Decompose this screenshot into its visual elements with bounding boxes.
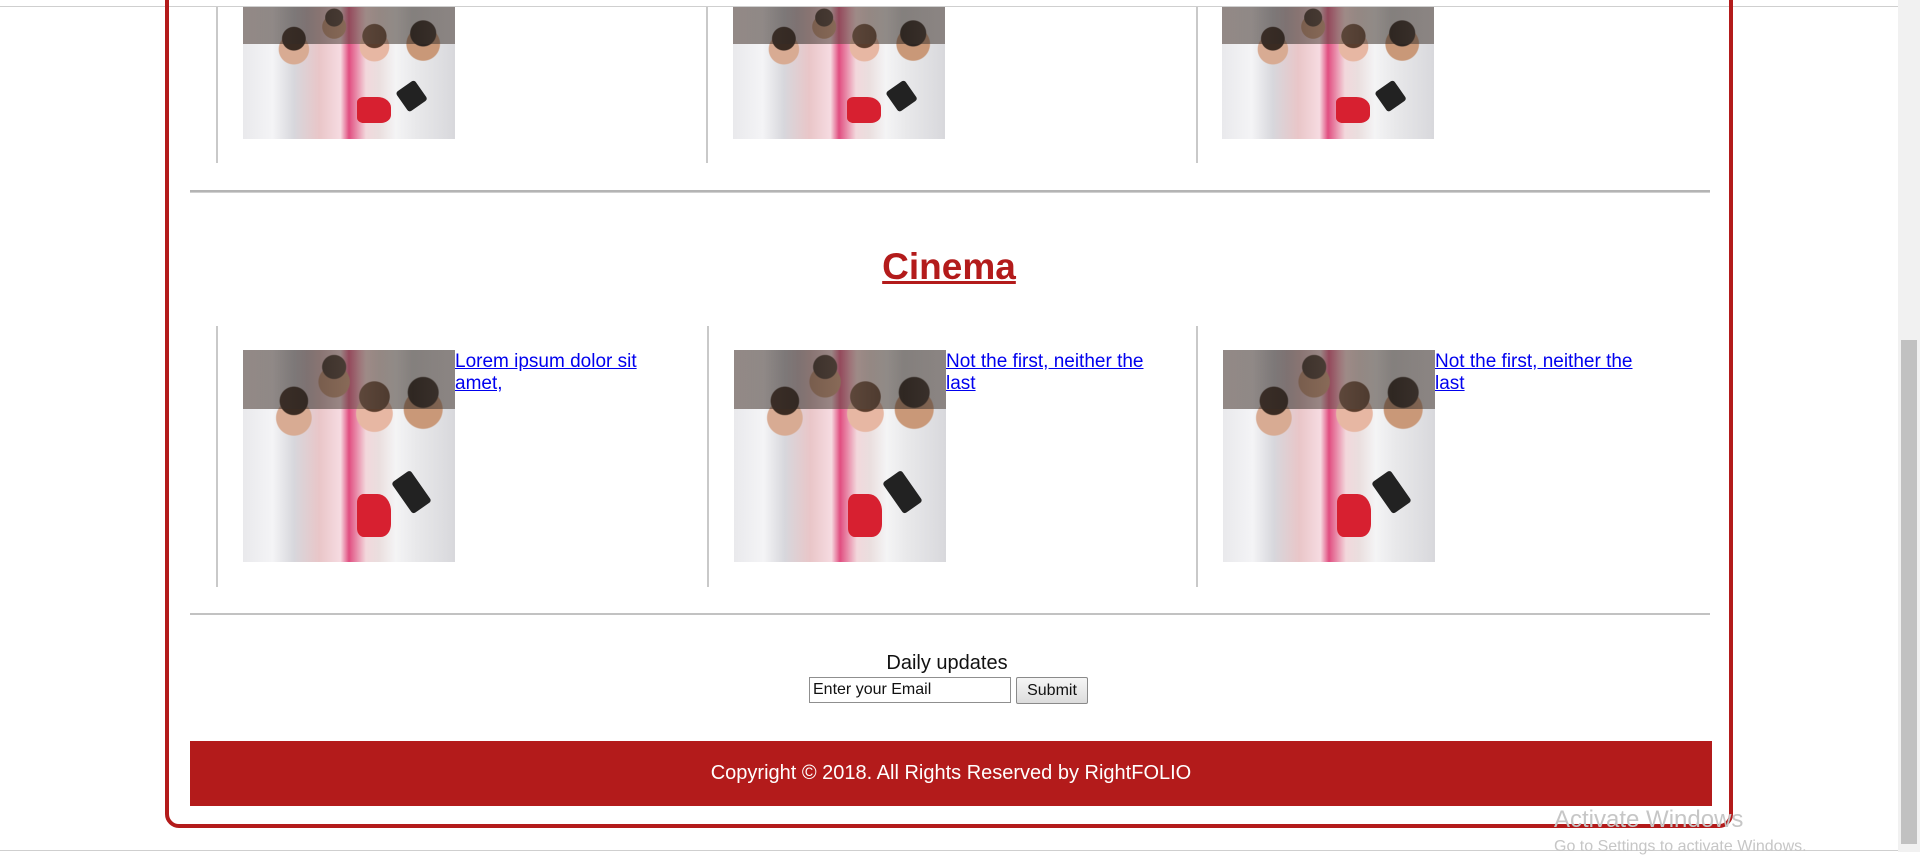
news-thumbnail[interactable]: [733, 7, 945, 139]
email-field[interactable]: [809, 677, 1011, 703]
scrollbar-thumb[interactable]: [1901, 340, 1917, 844]
section-divider: [190, 190, 1710, 193]
submit-button[interactable]: Submit: [1016, 677, 1088, 704]
cell-border: [216, 7, 218, 163]
cell-border: [216, 326, 218, 587]
article-link[interactable]: Not the first, neither the last: [946, 351, 1151, 395]
article-link[interactable]: Lorem ipsum dolor sit amet,: [455, 351, 660, 395]
section-title-cinema[interactable]: Cinema: [0, 246, 1898, 288]
activate-windows-subtitle: Go to Settings to activate Windows.: [1554, 838, 1807, 855]
newsletter-label: Daily updates: [886, 652, 1008, 674]
article-thumbnail[interactable]: [243, 350, 455, 562]
article-thumbnail[interactable]: [1223, 350, 1435, 562]
vertical-scrollbar[interactable]: [1898, 0, 1920, 852]
cell-border: [1196, 326, 1198, 587]
news-thumbnail[interactable]: [243, 7, 455, 139]
news-thumbnail[interactable]: [1222, 7, 1434, 139]
copyright-text: Copyright © 2018. All Rights Reserved by…: [710, 762, 1192, 784]
activate-windows-title: Activate Windows: [1554, 806, 1744, 833]
cell-border: [706, 7, 708, 163]
cell-border: [1196, 7, 1198, 163]
article-thumbnail[interactable]: [734, 350, 946, 562]
section-divider: [190, 613, 1710, 615]
article-link[interactable]: Not the first, neither the last: [1435, 351, 1640, 395]
cell-border: [707, 326, 709, 587]
footer-bar: Copyright © 2018. All Rights Reserved by…: [190, 741, 1712, 806]
